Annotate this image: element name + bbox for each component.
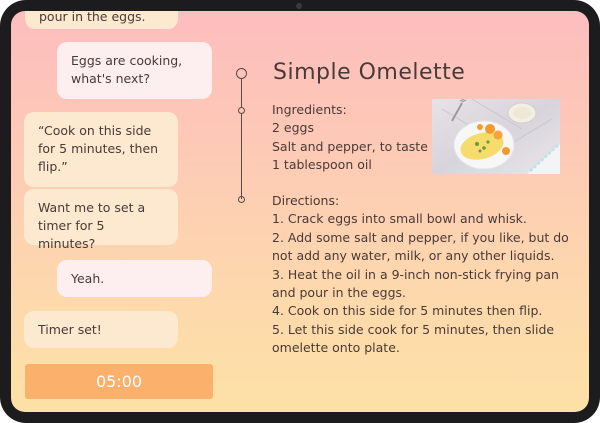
tablet-frame: pour in the eggs. Eggs are cooking, what… [0, 0, 600, 423]
chat-message-text: Timer set! [38, 322, 102, 337]
chat-message-assistant: “Cook on this side for 5 minutes, then f… [24, 112, 178, 187]
directions-section: Directions: 1. Crack eggs into small bow… [272, 192, 569, 358]
direction-line: 2. Add some salt and pepper, if you like… [272, 229, 569, 245]
ingredient-item: Salt and pepper, to taste [272, 138, 428, 154]
chat-message-user: Eggs are cooking, what's next? [57, 42, 212, 99]
direction-line: 5. Let this side cook for 5 minutes, the… [272, 321, 555, 337]
ingredient-item: 1 tablespoon oil [272, 157, 372, 173]
direction-line: 1. Crack eggs into small bowl and whisk. [272, 211, 527, 227]
camera-dot [296, 3, 302, 9]
timer-label: 05:00 [95, 372, 143, 391]
timeline-line [241, 79, 242, 108]
screen: pour in the eggs. Eggs are cooking, what… [11, 11, 589, 412]
omelette-photo [432, 99, 560, 174]
ingredients-section: Ingredients: 2 eggs Salt and pepper, to … [272, 101, 428, 175]
chat-message-user: Yeah. [57, 260, 212, 297]
direction-line: not add any water, milk, or any other li… [272, 248, 555, 264]
chat-message-text: Yeah. [71, 271, 105, 286]
recipe-title: Simple Omelette [273, 60, 466, 85]
chat-message-text: Eggs are cooking, what's next? [71, 53, 183, 86]
direction-line: 3. Heat the oil in a 9-inch non-stick fr… [272, 266, 559, 282]
ingredient-item: 2 eggs [272, 120, 314, 136]
omelette-photo-icon [432, 99, 560, 174]
chat-message-assistant: Timer set! [24, 311, 178, 348]
timeline-dot-title [236, 68, 247, 79]
chat-message-assistant: Want me to set a timer for 5 minutes? [24, 189, 178, 251]
direction-line: 4. Cook on this side for 5 minutes then … [272, 303, 543, 319]
chat-message-text: “Cook on this side for 5 minutes, then f… [38, 123, 159, 174]
timeline-line [241, 114, 242, 199]
direction-line: omelette onto plate. [272, 340, 400, 356]
chat-message-text: Want me to set a timer for 5 minutes? [38, 200, 146, 251]
timeline-dot-ingredients [238, 107, 245, 114]
chat-message-assistant: pour in the eggs. [25, 11, 178, 29]
timer-button[interactable]: 05:00 [25, 364, 213, 399]
directions-heading: Directions: [272, 193, 340, 208]
chat-message-text: pour in the eggs. [39, 11, 146, 24]
timeline-dot-directions [238, 196, 245, 203]
ingredients-heading: Ingredients: [272, 102, 347, 117]
direction-line: and pour in the eggs. [272, 285, 407, 301]
